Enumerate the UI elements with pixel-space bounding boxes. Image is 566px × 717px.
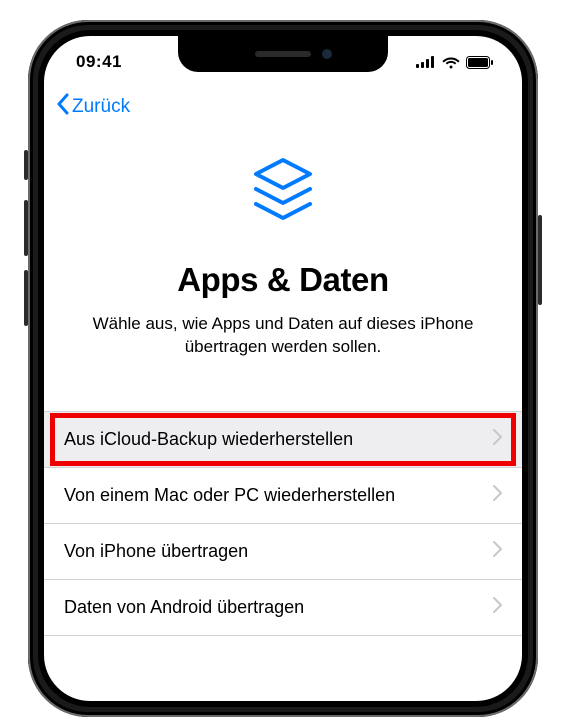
chevron-right-icon [493,597,502,618]
chevron-left-icon [56,93,70,121]
option-icloud-backup[interactable]: Aus iCloud-Backup wiederherstellen [44,412,522,468]
option-label: Von iPhone übertragen [64,540,268,563]
hero-icon-wrapper [44,150,522,237]
option-iphone-transfer[interactable]: Von iPhone übertragen [44,524,522,580]
option-label: Von einem Mac oder PC wiederherstellen [64,484,415,507]
layers-icon [242,150,324,237]
power-button [538,215,542,305]
status-time: 09:41 [76,48,122,72]
nav-bar: Zurück [44,84,522,130]
page-subtitle: Wähle aus, wie Apps und Daten auf dieses… [44,313,522,359]
back-button[interactable]: Zurück [56,93,130,121]
volume-down-button [24,270,28,326]
chevron-right-icon [493,485,502,506]
notch [178,36,388,72]
battery-icon [466,56,494,69]
screen: 09:41 Zu [44,36,522,701]
wifi-icon [442,56,460,69]
device-frame: 09:41 Zu [28,20,538,717]
option-label: Aus iCloud-Backup wiederherstellen [64,428,373,451]
chevron-right-icon [493,429,502,450]
silent-switch [24,150,28,180]
back-label: Zurück [72,96,130,118]
options-list: Aus iCloud-Backup wiederherstellen Von e… [44,411,522,636]
option-android[interactable]: Daten von Android übertragen [44,580,522,636]
cellular-icon [416,56,436,68]
chevron-right-icon [493,541,502,562]
option-label: Daten von Android übertragen [64,596,324,619]
volume-up-button [24,200,28,256]
option-mac-pc[interactable]: Von einem Mac oder PC wiederherstellen [44,468,522,524]
page-title: Apps & Daten [44,261,522,299]
